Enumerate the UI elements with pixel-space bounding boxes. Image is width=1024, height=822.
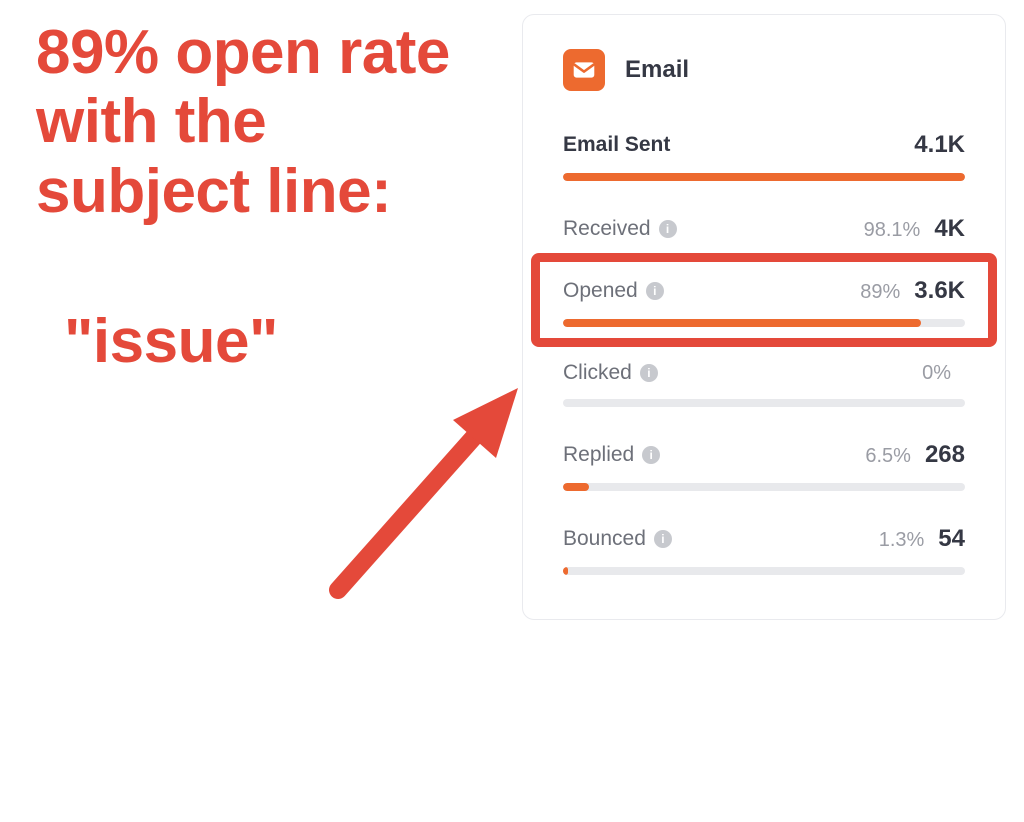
progress-fill [563,483,589,491]
metric-percent: 89% [860,281,900,304]
progress-track [563,399,965,407]
annotation-subject: "issue" [36,306,476,377]
metric-replied: Replied i 6.5% 268 [563,441,965,491]
metric-clicked: Clicked i 0% [563,361,965,407]
progress-track [563,173,965,181]
metric-email-sent: Email Sent 4.1K [563,131,965,181]
info-icon[interactable]: i [640,364,658,382]
card-header: Email [563,49,965,91]
info-icon[interactable]: i [654,530,672,548]
progress-track [563,319,965,327]
metric-percent: 98.1% [864,219,921,242]
metric-percent: 6.5% [865,445,911,468]
progress-track [563,567,965,575]
metric-percent: 0% [922,362,951,385]
progress-fill [563,173,965,181]
metric-value: 4K [934,215,965,243]
arrow-icon [318,370,538,610]
metric-value: 54 [938,525,965,553]
info-icon[interactable]: i [646,282,664,300]
annotation-headline: 89% open rate with the subject line: [36,18,476,226]
metric-label: Clicked [563,361,632,385]
progress-fill [563,567,568,575]
metric-label: Received [563,217,651,241]
email-stats-card: Email Email Sent 4.1K Received i 98.1% 4… [522,14,1006,620]
metric-opened: Opened i 89% 3.6K [563,277,965,327]
metric-value: 4.1K [914,131,965,159]
metric-label: Bounced [563,527,646,551]
metric-label: Replied [563,443,634,467]
mail-icon [563,49,605,91]
metric-value: 3.6K [914,277,965,305]
metric-bounced: Bounced i 1.3% 54 [563,525,965,575]
progress-track [563,483,965,491]
metric-label: Email Sent [563,133,670,157]
info-icon[interactable]: i [642,446,660,464]
progress-fill [563,319,921,327]
card-title: Email [625,56,689,84]
metric-percent: 1.3% [879,529,925,552]
info-icon[interactable]: i [659,220,677,238]
metric-value: 268 [925,441,965,469]
annotation-block: 89% open rate with the subject line: "is… [36,18,476,377]
metric-label: Opened [563,279,638,303]
metric-received: Received i 98.1% 4K [563,215,965,243]
